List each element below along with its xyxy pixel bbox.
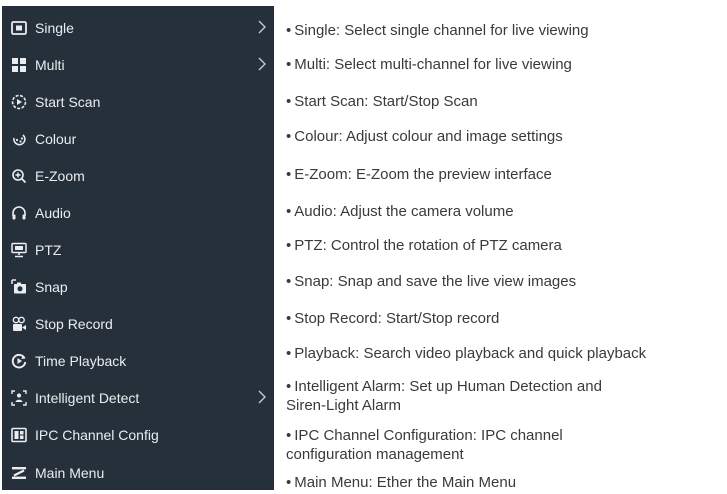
menu-item-label: Snap <box>35 279 68 295</box>
snap-icon <box>11 279 27 295</box>
description-main-menu: • Main Menu: Ether the Main Menu <box>286 474 517 491</box>
chevron-right-icon <box>258 390 266 404</box>
zoom-icon <box>11 168 27 184</box>
context-menu: Single Multi Start Scan Colour E-Zoom Au… <box>2 6 274 490</box>
menu-item-stop-record[interactable]: Stop Record <box>2 309 274 339</box>
ptz-icon <box>11 242 27 258</box>
description-multi: • Multi: Select multi-channel for live vi… <box>286 56 572 73</box>
menu-item-label: Audio <box>35 205 71 221</box>
menu-item-time-playback[interactable]: Time Playback <box>2 346 274 376</box>
menu-item-label: Intelligent Detect <box>35 390 140 406</box>
description-intelligent-alarm: • Intelligent Alarm: Set up Human Detecti… <box>286 378 602 395</box>
menu-item-intelligent-detect[interactable]: Intelligent Detect <box>2 383 274 413</box>
menu-item-snap[interactable]: Snap <box>2 272 274 302</box>
menu-item-label: Multi <box>35 57 65 73</box>
ipc-config-icon <box>11 427 27 443</box>
menu-item-label: Main Menu <box>35 465 105 481</box>
menu-item-label: PTZ <box>35 242 62 258</box>
description-ipc-channel-config: • IPC Channel Configuration: IPC channel <box>286 427 563 444</box>
record-icon <box>11 316 27 332</box>
description-audio: • Audio: Adjust the camera volume <box>286 203 514 220</box>
description-colour: • Colour: Adjust colour and image setting… <box>286 128 563 145</box>
menu-item-label: Stop Record <box>35 316 113 332</box>
description-start-scan: • Start Scan: Start/Stop Scan <box>286 93 478 110</box>
menu-item-label: IPC Channel Config <box>35 427 159 443</box>
description-playback: • Playback: Search video playback and qui… <box>286 345 647 362</box>
menu-item-label: Colour <box>35 131 77 147</box>
headphones-icon <box>11 205 27 221</box>
menu-item-label: Single <box>35 20 74 36</box>
menu-item-label: E-Zoom <box>35 168 85 184</box>
menu-item-ptz[interactable]: PTZ <box>2 235 274 265</box>
description-intelligent-alarm-cont: Siren-Light Alarm <box>286 397 402 414</box>
description-stop-record: • Stop Record: Start/Stop record <box>286 310 500 327</box>
playback-icon <box>11 353 27 369</box>
chevron-right-icon <box>258 57 266 71</box>
menu-item-main-menu[interactable]: Main Menu <box>2 458 274 488</box>
description-ptz: • PTZ: Control the rotation of PTZ camera <box>286 237 562 254</box>
menu-item-multi[interactable]: Multi <box>2 50 274 80</box>
menu-item-label: Start Scan <box>35 94 101 110</box>
menu-item-ipc-channel-config[interactable]: IPC Channel Config <box>2 420 274 450</box>
menu-item-start-scan[interactable]: Start Scan <box>2 87 274 117</box>
scan-icon <box>11 94 27 110</box>
description-snap: • Snap: Snap and save the live view image… <box>286 273 577 290</box>
description-single: • Single: Select single channel for live … <box>286 22 589 39</box>
menu-item-e-zoom[interactable]: E-Zoom <box>2 161 274 191</box>
single-view-icon <box>11 20 27 36</box>
multi-view-icon <box>11 57 27 73</box>
intelligent-detect-icon <box>11 390 27 406</box>
menu-item-audio[interactable]: Audio <box>2 198 274 228</box>
chevron-right-icon <box>258 20 266 34</box>
menu-item-label: Time Playback <box>35 353 127 369</box>
colour-icon <box>11 131 27 147</box>
main-menu-icon <box>11 465 27 481</box>
menu-item-colour[interactable]: Colour <box>2 124 274 154</box>
description-ipc-channel-config-cont: configuration management <box>286 446 464 463</box>
menu-item-single[interactable]: Single <box>2 13 274 43</box>
description-e-zoom: • E-Zoom: E-Zoom the preview interface <box>286 166 552 183</box>
